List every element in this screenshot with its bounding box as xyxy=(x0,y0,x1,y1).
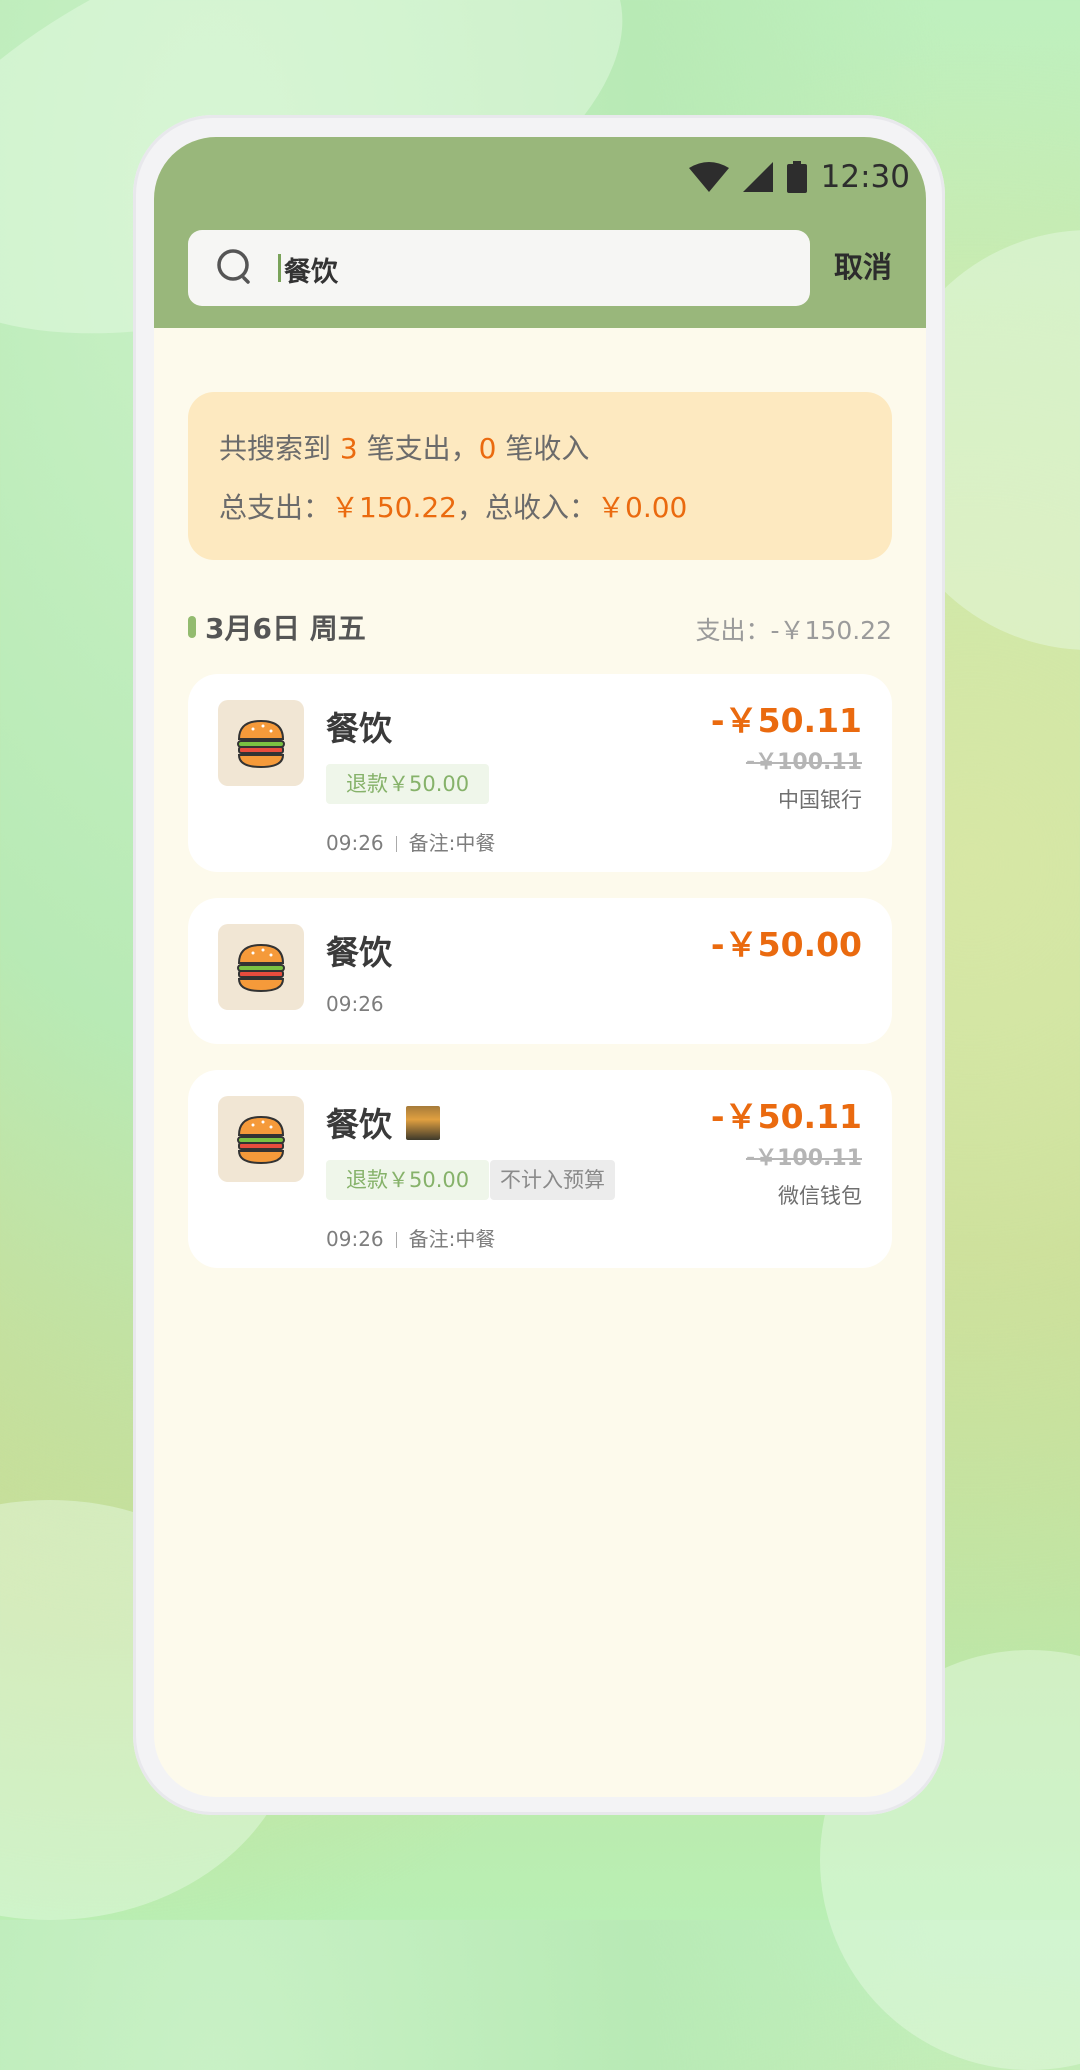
refund-tag: 退款￥50.00 xyxy=(326,1160,490,1200)
search-query-text: 餐饮 xyxy=(284,257,338,288)
refund-tag: 退款￥50.00 xyxy=(326,764,490,804)
summary-total-line: 总支出：￥150.22，总收入：￥0.00 xyxy=(219,491,688,524)
account-name: 微信钱包 xyxy=(778,1184,862,1208)
record-amount: -￥50.11 xyxy=(710,701,862,740)
wifi-icon xyxy=(688,162,729,192)
category-name: 餐饮 xyxy=(326,933,392,972)
search-input[interactable]: 餐饮 xyxy=(188,230,810,306)
record-card[interactable]: 餐饮 退款￥50.00 09:26 备注:中餐 -￥50.11 -￥100.11 … xyxy=(188,674,892,872)
signal-icon xyxy=(742,162,773,192)
record-card[interactable]: 餐饮 09:26 -￥50.00 xyxy=(188,898,892,1044)
category-name-row: 餐饮 xyxy=(326,1098,440,1146)
date-header: 3月6日 周五 xyxy=(205,612,366,645)
summary-count-line: 共搜索到 3 笔支出，0 笔收入 xyxy=(219,432,590,465)
attachment-photo-icon[interactable] xyxy=(406,1106,440,1140)
original-amount: -￥100.11 xyxy=(745,1146,862,1171)
status-bar: 12:30 xyxy=(688,151,910,203)
burger-icon xyxy=(218,924,304,1010)
cancel-button[interactable]: 取消 xyxy=(834,244,892,286)
account-name: 中国银行 xyxy=(778,788,862,812)
burger-icon xyxy=(218,700,304,786)
burger-icon xyxy=(218,1096,304,1182)
record-amount: -￥50.11 xyxy=(710,1097,862,1136)
app-screen: 12:30 餐饮 取消 共搜索到 3 笔支出，0 笔收入 总支出：￥150.22… xyxy=(154,137,926,1797)
text-caret xyxy=(278,254,281,282)
original-amount: -￥100.11 xyxy=(745,750,862,775)
search-summary-card: 共搜索到 3 笔支出，0 笔收入 总支出：￥150.22，总收入：￥0.00 xyxy=(188,392,892,560)
budget-exclusion-tag: 不计入预算 xyxy=(490,1160,615,1200)
record-meta: 09:26 备注:中餐 xyxy=(326,1227,496,1251)
record-meta: 09:26 xyxy=(326,992,384,1016)
battery-icon xyxy=(786,161,807,193)
day-expense-total: 支出：-￥150.22 xyxy=(695,616,893,645)
date-marker xyxy=(188,616,196,638)
record-card[interactable]: 餐饮 退款￥50.00 不计入预算 09:26 备注:中餐 -￥50.11 -￥1… xyxy=(188,1070,892,1268)
record-meta: 09:26 备注:中餐 xyxy=(326,831,496,855)
header-bar: 12:30 餐饮 取消 xyxy=(154,137,926,328)
category-name: 餐饮 xyxy=(326,709,392,748)
status-time: 12:30 xyxy=(820,159,910,195)
record-amount: -￥50.00 xyxy=(710,925,862,964)
search-icon xyxy=(216,248,256,288)
